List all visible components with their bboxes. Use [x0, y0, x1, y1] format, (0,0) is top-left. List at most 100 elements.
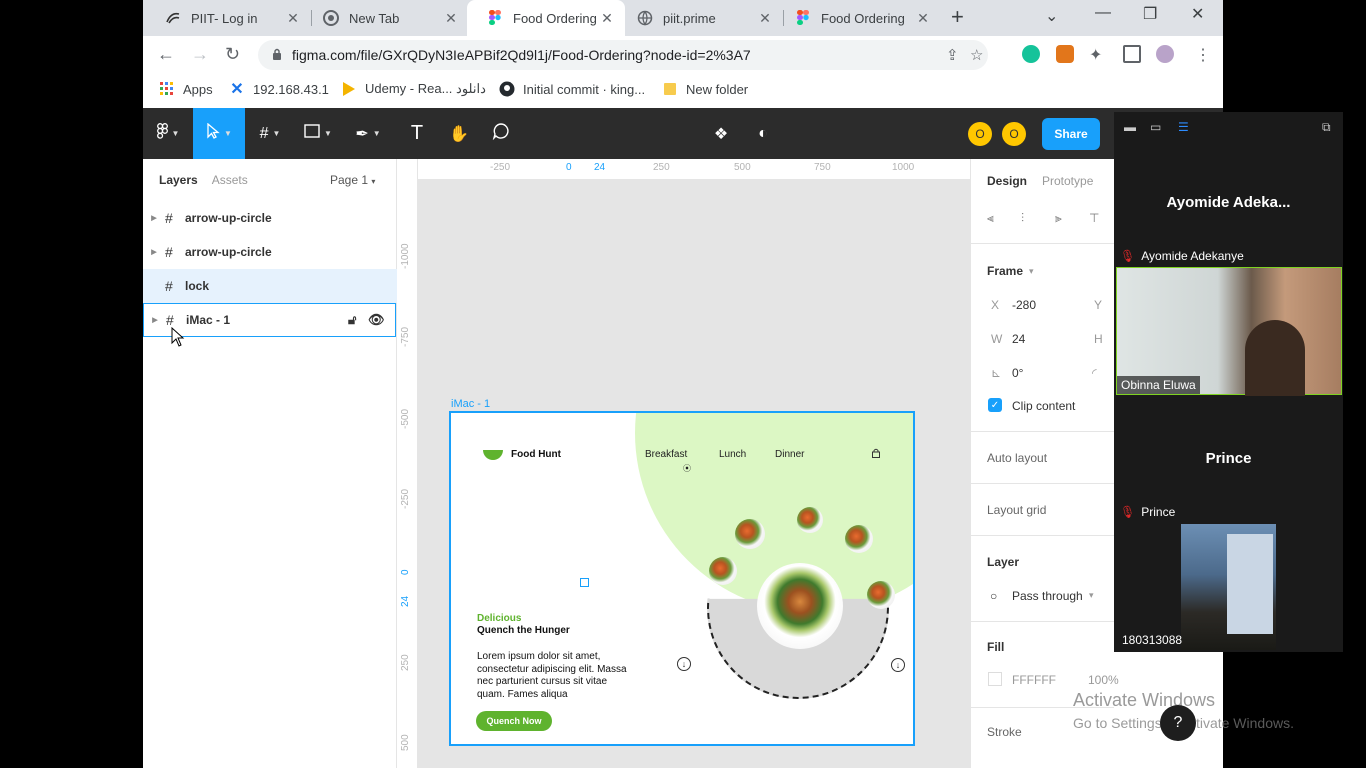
share-button[interactable]: Share: [1042, 118, 1100, 150]
tab-assets[interactable]: Assets: [212, 173, 248, 187]
w-input[interactable]: 24: [1012, 332, 1025, 346]
minimize-icon[interactable]: ▬: [1124, 120, 1136, 134]
bookmark-star-icon[interactable]: ☆: [970, 46, 983, 64]
frame-hash-icon: #: [166, 312, 174, 328]
address-bar[interactable]: figma.com/file/GXrQDyN3IeAPBif2Qd9l1j/Fo…: [258, 40, 988, 70]
eye-icon[interactable]: 👁︎: [368, 312, 385, 328]
tab-search-chevron-icon[interactable]: ⌄: [1045, 6, 1058, 26]
metamask-extension-icon[interactable]: [1056, 45, 1074, 63]
participant-video[interactable]: Obinna Eluwa: [1116, 267, 1342, 396]
collaborator-avatar[interactable]: O: [1002, 122, 1026, 146]
tab-piit-login[interactable]: PIIT- Log in ✕: [145, 0, 311, 36]
close-tab-icon[interactable]: ✕: [915, 10, 931, 27]
participant-video[interactable]: [1181, 524, 1276, 650]
nav-breakfast[interactable]: Breakfast: [645, 449, 687, 460]
bookmark-apps[interactable]: Apps: [159, 81, 213, 97]
collaborator-avatar[interactable]: O: [968, 122, 992, 146]
chrome-menu-icon[interactable]: ⋮: [1195, 45, 1213, 64]
nav-dinner[interactable]: Dinner: [775, 449, 804, 460]
participant-tag: 🎙︎ Prince: [1120, 505, 1175, 519]
nav-lunch[interactable]: Lunch: [719, 449, 746, 460]
expand-triangle-icon[interactable]: ▶: [143, 248, 165, 256]
imac-frame[interactable]: Food Hunt Breakfast ⦿ Lunch Dinner ↓ ↓ D…: [449, 411, 915, 746]
expand-triangle-icon[interactable]: ▶: [144, 316, 166, 324]
chevron-down-icon[interactable]: ▾: [1029, 266, 1034, 277]
tab-food-ordering-active[interactable]: Food Ordering - ✕: [467, 0, 625, 36]
align-left-icon[interactable]: ⫷: [987, 211, 994, 226]
rotation-input[interactable]: 0°: [1012, 366, 1023, 380]
layer-row[interactable]: ▶ # arrow-up-circle: [143, 235, 397, 269]
bookmark-new-folder[interactable]: New folder: [662, 81, 748, 97]
figma-main-menu-button[interactable]: ▼: [143, 108, 193, 159]
x-input[interactable]: -280: [1012, 298, 1036, 312]
layer-row-selected[interactable]: # lock: [143, 269, 397, 303]
close-window-icon[interactable]: ✕: [1191, 4, 1204, 24]
frame-section-label[interactable]: Frame: [987, 264, 1023, 278]
frame-tool-button[interactable]: # ▼: [247, 108, 293, 159]
participant-tag: 🎙︎ Ayomide Adekanye: [1120, 249, 1244, 263]
close-tab-icon[interactable]: ✕: [285, 10, 301, 27]
back-arrow-icon[interactable]: ←: [157, 44, 175, 65]
tab-layers[interactable]: Layers: [159, 173, 198, 187]
fill-opacity-input[interactable]: 100%: [1088, 673, 1119, 687]
new-tab-plus-icon[interactable]: +: [951, 6, 964, 28]
expand-triangle-icon[interactable]: ▶: [143, 214, 165, 222]
bookmark-192-168-43-1[interactable]: ✕ 192.168.43.1: [229, 81, 329, 98]
lock-icon[interactable]: [872, 448, 880, 460]
tab-piit-prime[interactable]: piit.prime ✕: [617, 0, 783, 36]
grammarly-extension-icon[interactable]: [1022, 45, 1040, 63]
unlock-icon[interactable]: 🔓︎: [348, 312, 356, 328]
forward-arrow-icon[interactable]: →: [191, 44, 209, 65]
close-tab-icon[interactable]: ✕: [443, 10, 459, 27]
align-right-icon[interactable]: ⫸: [1055, 211, 1062, 226]
tab-new-tab[interactable]: New Tab ✕: [303, 0, 469, 36]
close-tab-icon[interactable]: ✕: [599, 10, 615, 27]
blend-mode-select[interactable]: Pass through: [1012, 589, 1083, 603]
bookmark-github-commit[interactable]: Initial commit · king...: [499, 81, 645, 97]
side-panel-icon[interactable]: [1123, 45, 1141, 63]
chevron-down-icon[interactable]: ▾: [1089, 590, 1094, 601]
close-tab-icon[interactable]: ✕: [757, 10, 773, 27]
stroke-section-label[interactable]: Stroke: [987, 725, 1022, 739]
dish-image: [735, 519, 765, 549]
quench-now-button[interactable]: Quench Now: [476, 711, 552, 731]
fill-hex-input[interactable]: FFFFFF: [1012, 673, 1056, 687]
align-center-icon[interactable]: ⫶: [1021, 211, 1024, 226]
minimize-window-icon[interactable]: —: [1095, 4, 1111, 22]
speaker-view-icon[interactable]: ☰: [1178, 120, 1189, 134]
design-canvas[interactable]: -250 0 24 250 500 750 1000 -1000 -750 -5…: [397, 159, 970, 768]
layer-row[interactable]: ▶ # arrow-up-circle: [143, 201, 397, 235]
arrow-down-circle-icon[interactable]: ↓: [677, 657, 691, 671]
view-mode-icon[interactable]: ▭: [1150, 120, 1161, 134]
clip-content-checkbox[interactable]: ✓: [988, 398, 1002, 412]
text-tool-button[interactable]: T: [397, 108, 437, 159]
bookmark-udemy[interactable]: Udemy - Rea... دانلود: [341, 81, 486, 97]
theme-toggle-button[interactable]: ◐: [745, 108, 781, 159]
pen-tool-button[interactable]: ✒ ▼: [345, 108, 391, 159]
reload-icon[interactable]: ↻: [225, 44, 240, 65]
tab-design[interactable]: Design: [987, 174, 1027, 188]
page-name: Page 1: [330, 173, 369, 187]
help-question-button[interactable]: ?: [1160, 705, 1196, 741]
components-button[interactable]: ❖: [703, 108, 739, 159]
shape-tool-button[interactable]: ▼: [295, 108, 341, 159]
page-selector[interactable]: Page 1 ▾: [330, 173, 375, 187]
align-top-icon[interactable]: ⊤: [1089, 211, 1099, 225]
profile-avatar[interactable]: [1156, 45, 1174, 63]
extensions-puzzle-icon[interactable]: ✦: [1089, 45, 1107, 64]
auto-layout-label[interactable]: Auto layout: [987, 451, 1047, 465]
participant-name-header: Prince: [1205, 450, 1252, 467]
share-page-icon[interactable]: ⇪: [946, 46, 959, 64]
hand-tool-button[interactable]: ✋: [439, 108, 479, 159]
move-tool-button[interactable]: ▼: [193, 108, 245, 159]
layout-grid-label[interactable]: Layout grid: [987, 503, 1046, 517]
fill-swatch[interactable]: [988, 672, 1002, 686]
frame-label[interactable]: iMac - 1: [451, 398, 490, 410]
tab-food-ordering[interactable]: Food Ordering ✕: [775, 0, 941, 36]
arrow-down-circle-icon[interactable]: ↓: [891, 658, 905, 672]
tab-prototype[interactable]: Prototype: [1042, 174, 1093, 188]
comment-tool-button[interactable]: [481, 108, 521, 159]
restore-window-icon[interactable]: ❐: [1143, 4, 1157, 24]
selected-lock-layer-box[interactable]: [580, 578, 589, 587]
pop-out-icon[interactable]: ⧉: [1322, 120, 1331, 135]
